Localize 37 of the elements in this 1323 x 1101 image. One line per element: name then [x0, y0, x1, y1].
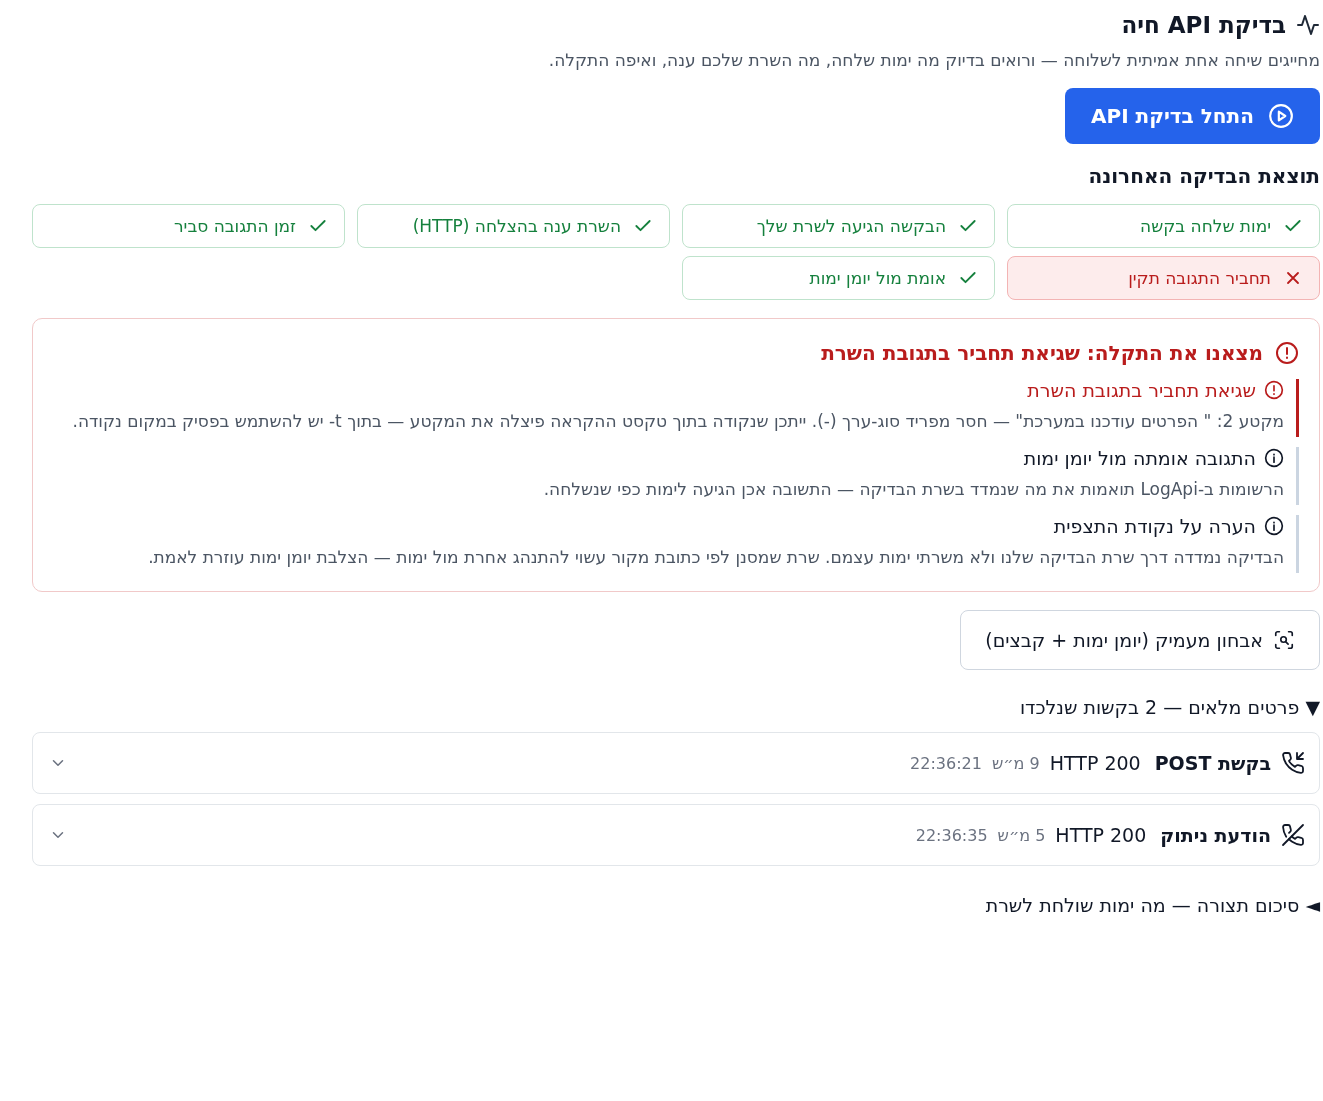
scan-icon: [1273, 629, 1295, 651]
check-chip: הבקשה הגיעה לשרת שלך: [682, 204, 995, 248]
issue-text: הבדיקה נמדדה דרך שרת הבדיקה שלנו ולא משרתי ימות עצמם. שרת שמסנן לפי כתובת מקור עשוי להתנהג אחרת מול ימות — הצלבת יומן ימות עוזרת לאמת.: [147, 546, 1284, 569]
issue-text: מקטע 2: " הפרטים עודכנו במערכת" — חסר מפריד סוג-ערך (-). ייתכן שנקודה בתוך טקסט ההקראה פיצלה את המקטע — בתוך t- יש להשתמש בפסיק במקום נקודה.: [71, 410, 1284, 433]
request-title: בקשת POST: [1154, 752, 1271, 774]
info-icon: [1264, 516, 1284, 536]
details-toggle[interactable]: ▼ פרטים מלאים — 2 בקשות שנלכדו: [32, 696, 1320, 718]
check-chip: זמן התגובה סביר: [32, 204, 345, 248]
play-icon: [1268, 103, 1294, 129]
page-subtitle: מחייגים שיחה אחת אמיתית לשלוחה — ורואים בדיוק מה ימות שלחה, מה השרת שלכם ענה, ואיפה התקלה.: [547, 50, 1320, 70]
start-test-button[interactable]: התחל בדיקת API: [1065, 88, 1320, 144]
phone-off-icon: [1281, 823, 1305, 847]
check-chip: תחביר התגובה תקין: [1007, 256, 1320, 300]
check-chip: השרת ענה בהצלחה (HTTP): [357, 204, 670, 248]
request-time: 22:36:35: [915, 825, 988, 845]
alert-icon: [1275, 341, 1299, 365]
issue-heading: מצאנו את התקלה: שגיאת תחביר בתגובת השרת: [821, 341, 1263, 365]
summary-toggle[interactable]: ◄ סיכום תצורה — מה ימות שולחת לשרת: [32, 894, 1320, 916]
issue-text: הרשומות ב-LogApi תואמות את מה שנמדד בשרת הבדיקה — התשובה אכן הגיעה לימות כפי שנשלחה.: [542, 478, 1284, 501]
info-icon: [1264, 448, 1284, 468]
issue-title: שגיאת תחביר בתגובת השרת: [1027, 379, 1256, 401]
pulse-icon: [1296, 13, 1320, 37]
request-duration: 5 מ״ש: [997, 825, 1046, 845]
page-title: בדיקת API חיה: [1121, 12, 1286, 38]
alert-icon: [1264, 380, 1284, 400]
request-status: HTTP 200: [1055, 824, 1147, 846]
issue-title: הערה על נקודת התצפית: [1053, 515, 1256, 537]
request-time: 22:36:21: [910, 753, 982, 773]
incoming-call-icon: [1281, 751, 1305, 775]
issue-title: התגובה אומתה מול יומן ימות: [1023, 447, 1256, 469]
request-title: הודעת ניתוק: [1160, 824, 1271, 846]
request-duration: 9 מ״ש: [991, 753, 1040, 773]
section-title: תוצאת הבדיקה האחרונה: [1087, 164, 1320, 188]
check-chip: ימות שלחה בקשה: [1007, 204, 1320, 248]
diagnose-button[interactable]: אבחון מעמיק (יומן ימות + קבצים): [960, 610, 1320, 670]
check-chip: אומת מול יומן ימות: [682, 256, 995, 300]
request-status: HTTP 200: [1049, 752, 1141, 774]
